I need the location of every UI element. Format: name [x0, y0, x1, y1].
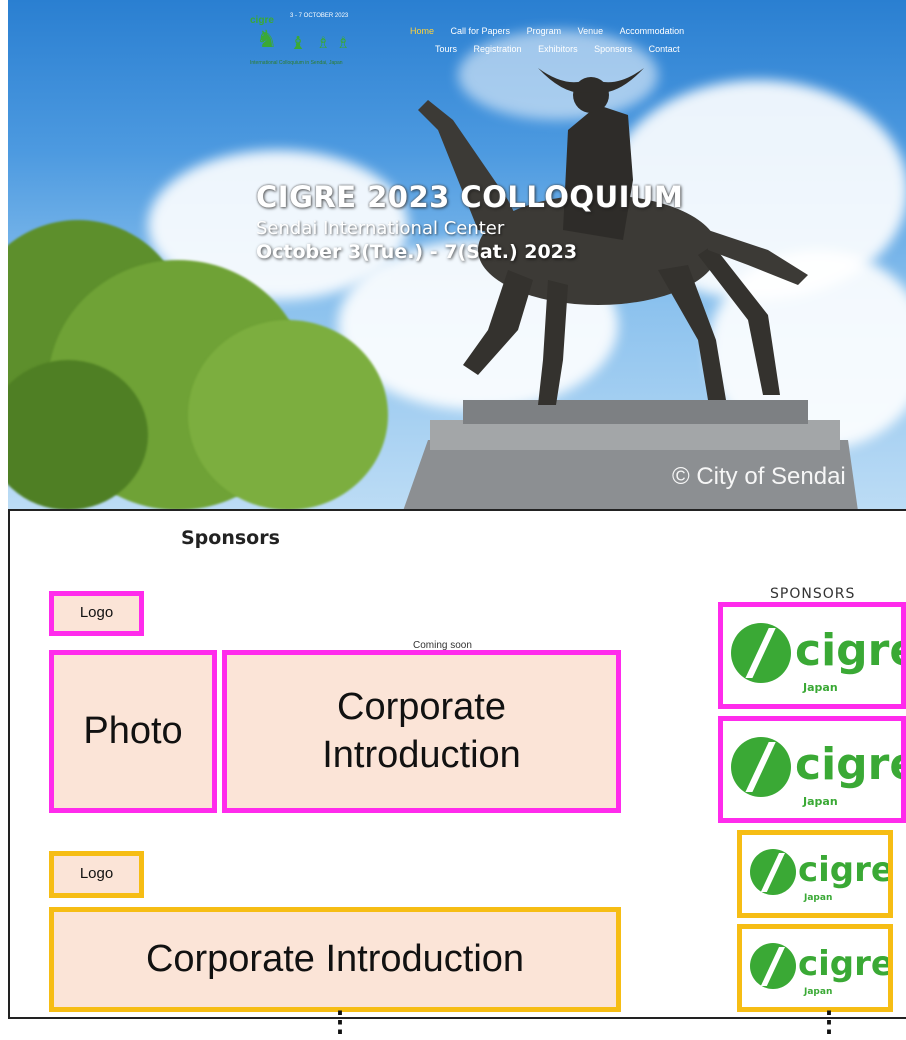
tier1-photo-label: Photo — [83, 709, 183, 752]
event-dates-mini: 3 - 7 OCTOBER 2023 — [290, 13, 349, 19]
frame-border-bottom — [8, 1017, 906, 1019]
cigre-wordmark: cigre — [795, 739, 901, 790]
cigre-wordmark: cigre — [798, 850, 893, 890]
tier1-logo-placeholder: Logo — [49, 591, 144, 636]
tier2-logo-label: Logo — [79, 865, 114, 883]
cigre-country: Japan — [803, 795, 838, 808]
more-content-indicator: ⋮ — [815, 1006, 843, 1037]
main-nav-row-1: Home Call for Papers Program Venue Accom… — [396, 26, 684, 36]
cigre-wordmark: cigre — [795, 625, 901, 676]
logo-subtitle: International Colloquium in Sendai, Japa… — [250, 60, 343, 66]
hero-banner: cigre 3 - 7 OCTOBER 2023 ♞ ♝ ♗ ♗ Interna… — [8, 0, 906, 511]
rider-figure-icon: ♞ — [256, 26, 278, 53]
cigre-emblem-icon — [750, 943, 796, 989]
cigre-emblem-icon — [731, 623, 791, 683]
nav-accommodation[interactable]: Accommodation — [620, 26, 685, 36]
hero-text-block: CIGRE 2023 COLLOQUIUM Sendai Internation… — [256, 180, 683, 263]
cigre-country: Japan — [804, 987, 833, 997]
site-logo[interactable]: cigre 3 - 7 OCTOBER 2023 ♞ ♝ ♗ ♗ Interna… — [250, 10, 354, 66]
tier1-photo-placeholder: Photo — [49, 650, 217, 813]
brand-wordmark: cigre — [250, 15, 274, 26]
nav-call-for-papers[interactable]: Call for Papers — [451, 26, 511, 36]
figure-icon: ♗ — [316, 35, 331, 52]
figure-icon: ♗ — [336, 35, 351, 52]
nav-sponsors[interactable]: Sponsors — [594, 44, 632, 54]
sidebar-sponsors-heading: SPONSORS — [770, 586, 856, 602]
sidebar-sponsor-logo-1[interactable]: cigre Japan — [718, 602, 906, 709]
cigre-emblem-icon — [750, 849, 796, 895]
main-nav-row-2: Tours Registration Exhibitors Sponsors C… — [421, 44, 680, 54]
sidebar-sponsor-logo-2[interactable]: cigre Japan — [718, 716, 906, 823]
hero-date: October 3(Tue.) - 7(Sat.) 2023 — [256, 241, 578, 263]
tier1-intro-label: Corporate Introduction — [322, 686, 521, 776]
nav-program[interactable]: Program — [527, 26, 562, 36]
cigre-country: Japan — [804, 893, 833, 903]
sidebar-sponsor-logo-4[interactable]: cigre Japan — [737, 924, 893, 1012]
cigre-wordmark: cigre — [798, 944, 893, 984]
hero-venue: Sendai International Center — [256, 218, 505, 239]
tier2-intro-placeholder: Corporate Introduction — [49, 907, 621, 1012]
sponsors-heading: Sponsors — [181, 527, 280, 549]
nav-venue[interactable]: Venue — [578, 26, 604, 36]
tier2-intro-label: Corporate Introduction — [145, 937, 525, 980]
tier1-logo-label: Logo — [79, 604, 114, 622]
tier2-logo-placeholder: Logo — [49, 851, 144, 898]
figure-icon: ♝ — [290, 33, 307, 53]
nav-registration[interactable]: Registration — [474, 44, 522, 54]
photo-credit: © City of Sendai — [672, 463, 846, 490]
cigre-emblem-icon — [731, 737, 791, 797]
tier1-intro-placeholder: Corporate Introduction — [222, 650, 621, 813]
nav-exhibitors[interactable]: Exhibitors — [538, 44, 578, 54]
cigre-country: Japan — [803, 681, 838, 694]
more-content-indicator: ⋮ — [326, 1006, 354, 1037]
hero-title: CIGRE 2023 COLLOQUIUM — [256, 180, 684, 214]
nav-tours[interactable]: Tours — [435, 44, 457, 54]
sidebar-sponsor-logo-3[interactable]: cigre Japan — [737, 830, 893, 918]
nav-contact[interactable]: Contact — [649, 44, 680, 54]
frame-border-left — [8, 511, 10, 1019]
nav-home[interactable]: Home — [410, 26, 434, 36]
